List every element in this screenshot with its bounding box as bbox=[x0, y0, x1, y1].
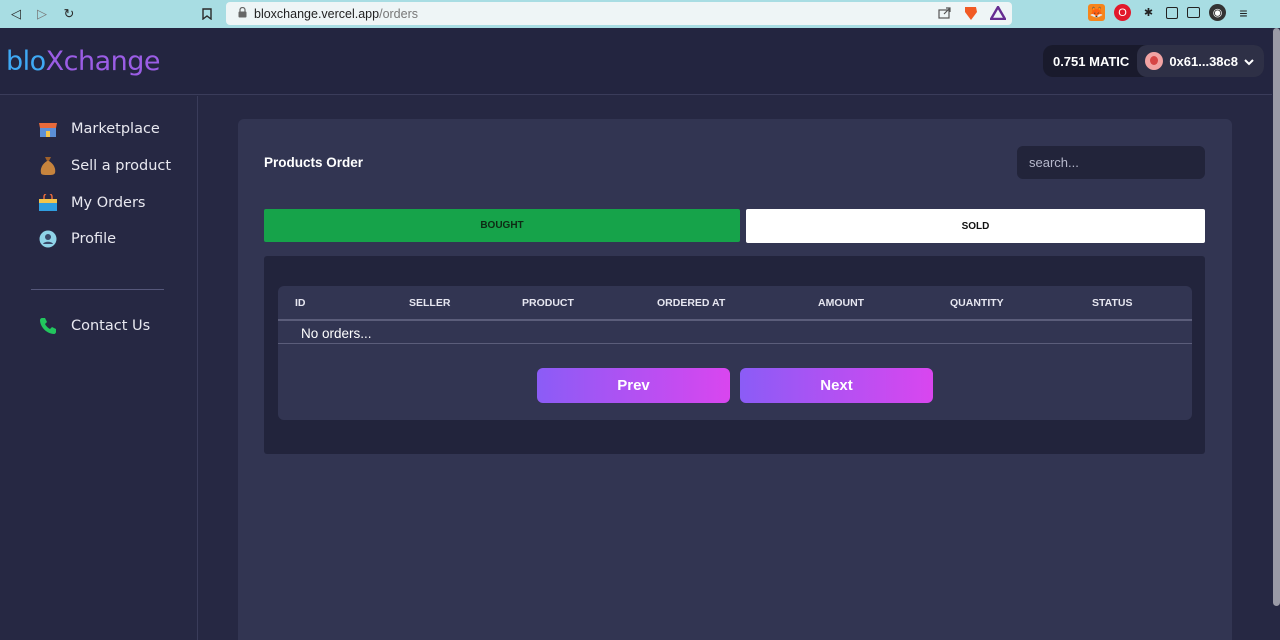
column-header-seller: SELLER bbox=[409, 297, 451, 309]
account-button[interactable]: 0x61...38c8 bbox=[1137, 45, 1264, 77]
tab-sold[interactable]: SOLD bbox=[746, 209, 1205, 243]
metamask-icon[interactable]: 🦊 bbox=[1088, 4, 1105, 21]
url-path: /orders bbox=[379, 6, 418, 21]
forward-icon[interactable]: ▷ bbox=[33, 5, 51, 23]
logo[interactable]: bloXchange bbox=[6, 46, 161, 77]
sidebar-item-label: Marketplace bbox=[71, 121, 160, 137]
profile-avatar-icon[interactable]: ◉ bbox=[1209, 4, 1226, 21]
sidebar-item-label: Profile bbox=[71, 231, 117, 247]
column-header-quantity: QUANTITY bbox=[950, 297, 1004, 309]
page-scrollbar[interactable] bbox=[1272, 28, 1280, 608]
sidebar-item-profile[interactable]: Profile bbox=[38, 228, 116, 250]
rewards-icon[interactable] bbox=[988, 4, 1008, 23]
wallet-widget: 0.751 MATIC 0x61...38c8 bbox=[1042, 45, 1264, 77]
url-host: bloxchange.vercel.app bbox=[254, 6, 380, 21]
empty-message: No orders... bbox=[301, 326, 372, 341]
menu-icon[interactable]: ≡ bbox=[1235, 4, 1252, 21]
puzzle-icon[interactable]: ✱ bbox=[1140, 4, 1157, 21]
address-bar[interactable]: bloxchange.vercel.app/orders bbox=[226, 2, 1012, 25]
wallet-balance: 0.751 MATIC bbox=[1052, 53, 1130, 69]
next-button[interactable]: Next bbox=[740, 368, 933, 403]
column-header-product: PRODUCT bbox=[522, 297, 574, 309]
column-header-status: STATUS bbox=[1092, 297, 1133, 309]
orders-panel: Products Order BOUGHT SOLD ID SELLER PRO… bbox=[238, 119, 1232, 640]
bookmark-icon[interactable] bbox=[198, 5, 216, 23]
sidebar-item-marketplace[interactable]: Marketplace bbox=[38, 118, 160, 140]
table-row: No orders... bbox=[278, 321, 1192, 344]
sidebar-item-sell-a-product[interactable]: Sell a product bbox=[38, 155, 171, 177]
lock-icon bbox=[230, 6, 254, 21]
account-avatar-icon bbox=[1145, 52, 1164, 70]
logo-part-2: Xchange bbox=[45, 46, 161, 77]
column-header-amount: AMOUNT bbox=[818, 297, 865, 309]
search-input[interactable] bbox=[1017, 146, 1205, 179]
back-icon[interactable]: ◁ bbox=[7, 5, 25, 23]
orders-container: ID SELLER PRODUCT ORDERED AT AMOUNT QUAN… bbox=[264, 256, 1205, 454]
page-title: Products Order bbox=[264, 155, 364, 170]
chevron-down-icon bbox=[1244, 54, 1254, 69]
profile-icon bbox=[38, 229, 58, 249]
sidebar-item-label: Contact Us bbox=[71, 318, 151, 334]
sidebar-item-my-orders[interactable]: My Orders bbox=[38, 192, 145, 214]
tab-bought[interactable]: BOUGHT bbox=[264, 209, 740, 242]
account-address: 0x61...38c8 bbox=[1169, 53, 1238, 69]
app-header: bloXchange 0.751 MATIC 0x61...38c8 bbox=[0, 28, 1272, 95]
browser-toolbar: ◁ ▷ ↻ bloxchange.vercel.app/orders 🦊 O ✱… bbox=[0, 0, 1280, 28]
sidebar: Marketplace Sell a product My Orders Pro… bbox=[0, 96, 198, 640]
orders-table: ID SELLER PRODUCT ORDERED AT AMOUNT QUAN… bbox=[278, 286, 1192, 420]
share-icon[interactable] bbox=[938, 7, 951, 22]
column-header-id: ID bbox=[295, 297, 306, 309]
logo-part-1: blo bbox=[6, 46, 46, 77]
brave-shield-icon[interactable] bbox=[963, 5, 978, 24]
reload-icon[interactable]: ↻ bbox=[60, 5, 78, 23]
sidebar-toggle-icon[interactable] bbox=[1166, 6, 1178, 19]
column-header-ordered-at: ORDERED AT bbox=[657, 297, 726, 309]
scrollbar-thumb[interactable] bbox=[1273, 28, 1280, 606]
table-header: ID SELLER PRODUCT ORDERED AT AMOUNT QUAN… bbox=[278, 286, 1192, 321]
sidebar-divider bbox=[31, 289, 164, 290]
sidebar-item-label: Sell a product bbox=[71, 158, 172, 174]
wallet-icon[interactable] bbox=[1187, 7, 1200, 18]
sidebar-item-contact-us[interactable]: Contact Us bbox=[38, 315, 150, 337]
sidebar-item-label: My Orders bbox=[71, 195, 146, 211]
prev-button[interactable]: Prev bbox=[537, 368, 730, 403]
shopping-bag-icon bbox=[38, 193, 58, 213]
money-bag-icon bbox=[38, 156, 58, 176]
shop-icon bbox=[38, 119, 58, 139]
opera-icon[interactable]: O bbox=[1114, 4, 1131, 21]
extensions-bar: 🦊 O ✱ ◉ ≡ bbox=[1088, 4, 1252, 21]
phone-icon bbox=[38, 316, 58, 336]
